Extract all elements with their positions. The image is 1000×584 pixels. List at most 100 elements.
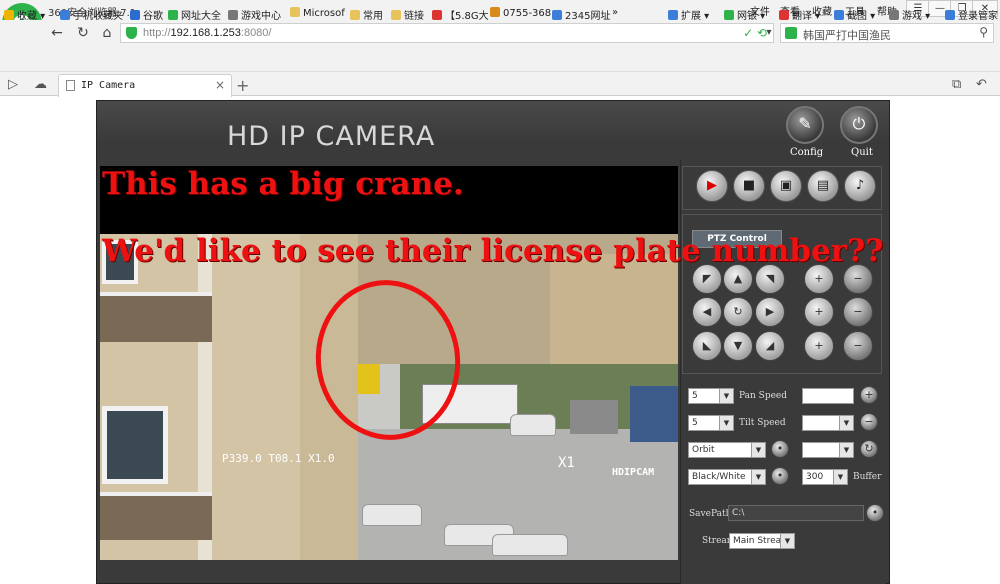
config-button[interactable]: ✎ <box>786 106 824 144</box>
annotation-text: We'd like to see their license plate num… <box>102 233 884 269</box>
bookmark-games[interactable]: 游戏中心 <box>228 7 281 22</box>
ptz-down-button[interactable]: ▼ <box>723 331 753 361</box>
game-icon <box>228 10 238 20</box>
scene-car <box>492 534 568 556</box>
osd-zoom: X1 <box>558 455 575 471</box>
tilt-speed-select[interactable]: 5 ▼ <box>688 415 734 431</box>
tab-label: IP Camera <box>81 80 136 91</box>
security-shield-icon <box>126 27 137 39</box>
orbit-go-button[interactable]: • <box>771 440 789 458</box>
tab-ip-camera[interactable]: IP Camera × <box>58 74 232 97</box>
ptz-down-right-button[interactable]: ◢ <box>755 331 785 361</box>
shield-icon <box>724 10 734 20</box>
search-engine-icon <box>785 27 797 39</box>
play-button[interactable]: ▶ <box>696 170 728 202</box>
bookmark-favorites[interactable]: 收藏 ▾ <box>4 7 45 22</box>
savepath-label: SavePath <box>689 509 732 519</box>
focus-in-button[interactable]: + <box>804 297 834 327</box>
back-arrow-icon[interactable]: ← <box>48 24 66 42</box>
login-manager-button[interactable]: 登录管家 <box>945 7 998 22</box>
pan-speed-select[interactable]: 5 ▼ <box>688 388 734 404</box>
folder-icon <box>350 10 360 20</box>
microphone-button[interactable]: ♪ <box>844 170 876 202</box>
scene-window <box>102 406 168 484</box>
scene-blue-truck <box>630 386 678 442</box>
preset-select[interactable]: ▼ <box>802 415 854 431</box>
sidebar-toggle-icon[interactable]: ▷ <box>8 77 18 92</box>
browse-path-button[interactable]: • <box>866 504 884 522</box>
bookmark-bar <box>0 46 1000 72</box>
color-mode-select[interactable]: Black/White ▼ <box>688 469 766 485</box>
chevron-down-icon: ▼ <box>719 389 733 403</box>
bookmark-microsoft[interactable]: Microsof <box>290 7 345 19</box>
page-title: HD IP CAMERA <box>227 121 436 152</box>
chevron-down-icon: ▼ <box>839 416 853 430</box>
ptz-center-button[interactable]: ↻ <box>723 297 753 327</box>
ptz-right-button[interactable]: ▶ <box>755 297 785 327</box>
stop-button[interactable]: ■ <box>733 170 765 202</box>
new-tab-button[interactable]: + <box>236 76 249 95</box>
call-preset-select[interactable]: ▼ <box>802 442 854 458</box>
bookmark-58g[interactable]: 【5.8G大 <box>432 7 489 22</box>
close-icon[interactable]: × <box>215 78 225 92</box>
iris-open-button[interactable]: + <box>804 331 834 361</box>
url-text: http://192.168.1.253:8080/ <box>143 27 272 39</box>
folder-icon <box>391 10 401 20</box>
bookmark-common[interactable]: 常用 <box>350 7 383 22</box>
remove-preset-button[interactable]: − <box>860 413 878 431</box>
site-icon <box>552 10 562 20</box>
chevron-down-icon: ▼ <box>780 534 794 548</box>
bookmark-mobile[interactable]: 手机收藏夹 <box>60 7 123 22</box>
bookmark-links[interactable]: 链接 <box>391 7 424 22</box>
chevron-down-icon: ▼ <box>833 470 847 484</box>
stream-select[interactable]: Main Strea ▼ <box>729 533 795 549</box>
buffer-select[interactable]: 300 ▼ <box>802 469 848 485</box>
screenshot-button[interactable]: 截图 ▾ <box>834 7 875 22</box>
call-preset-button[interactable]: ↻ <box>860 440 878 458</box>
chevron-down-icon[interactable]: ▾ <box>760 24 778 42</box>
url-input[interactable]: http://192.168.1.253:8080/ ✓ ⟲ <box>120 23 774 43</box>
ptz-down-left-button[interactable]: ◣ <box>692 331 722 361</box>
restore-tabs-icon[interactable]: ⧉ <box>952 77 961 92</box>
focus-out-button[interactable]: − <box>843 297 873 327</box>
scene-balcony <box>100 292 212 342</box>
ptz-left-button[interactable]: ◀ <box>692 297 722 327</box>
osd-brand: HDIPCAM <box>612 467 655 478</box>
iris-close-button[interactable]: − <box>843 331 873 361</box>
chevron-down-icon: ▼ <box>719 416 733 430</box>
bookmark-google[interactable]: 谷歌 <box>130 7 163 22</box>
translate-icon <box>779 10 789 20</box>
chevron-down-icon: ▼ <box>751 470 765 484</box>
games-button[interactable]: 游戏 ▾ <box>889 7 930 22</box>
savepath-input[interactable]: C:\ <box>728 505 864 521</box>
bookmark-0755[interactable]: 0755-368 <box>490 7 551 19</box>
orbit-select[interactable]: Orbit ▼ <box>688 442 766 458</box>
power-icon: ⏻ <box>852 114 866 133</box>
search-icon[interactable]: ⚲ <box>979 25 988 39</box>
translate-button[interactable]: 翻译 ▾ <box>779 7 820 22</box>
chevron-down-icon: ▼ <box>839 443 853 457</box>
color-mode-button[interactable]: • <box>771 467 789 485</box>
bookmark-sites[interactable]: 网址大全 <box>168 7 221 22</box>
quit-button[interactable]: ⏻ <box>840 106 878 144</box>
record-button[interactable]: ▤ <box>807 170 839 202</box>
scene-car <box>510 414 556 436</box>
cloud-icon[interactable]: ☁ <box>34 77 47 92</box>
search-input[interactable]: 韩国严打中国渔民 ⚲ <box>780 23 994 43</box>
snapshot-button[interactable]: ▣ <box>770 170 802 202</box>
key-icon <box>945 10 955 20</box>
add-preset-button[interactable]: + <box>860 386 878 404</box>
bookmark-2345[interactable]: 2345网址 <box>552 7 610 22</box>
preset-input[interactable] <box>802 388 854 404</box>
undo-close-icon[interactable]: ↶ <box>976 77 987 92</box>
home-icon[interactable]: ⌂ <box>98 24 116 42</box>
bank-button[interactable]: 网银 ▾ <box>724 7 765 22</box>
wrench-icon: ✎ <box>798 114 812 133</box>
more-bookmarks[interactable]: » <box>612 7 618 18</box>
site-icon <box>432 10 442 20</box>
extensions-button[interactable]: 扩展 ▾ <box>668 7 709 22</box>
quit-label: Quit <box>851 147 873 158</box>
refresh-icon[interactable]: ↻ <box>74 24 92 42</box>
osd-ptz-readout: P339.0 T08.1 X1.0 <box>222 452 335 465</box>
scissors-icon <box>834 10 844 20</box>
